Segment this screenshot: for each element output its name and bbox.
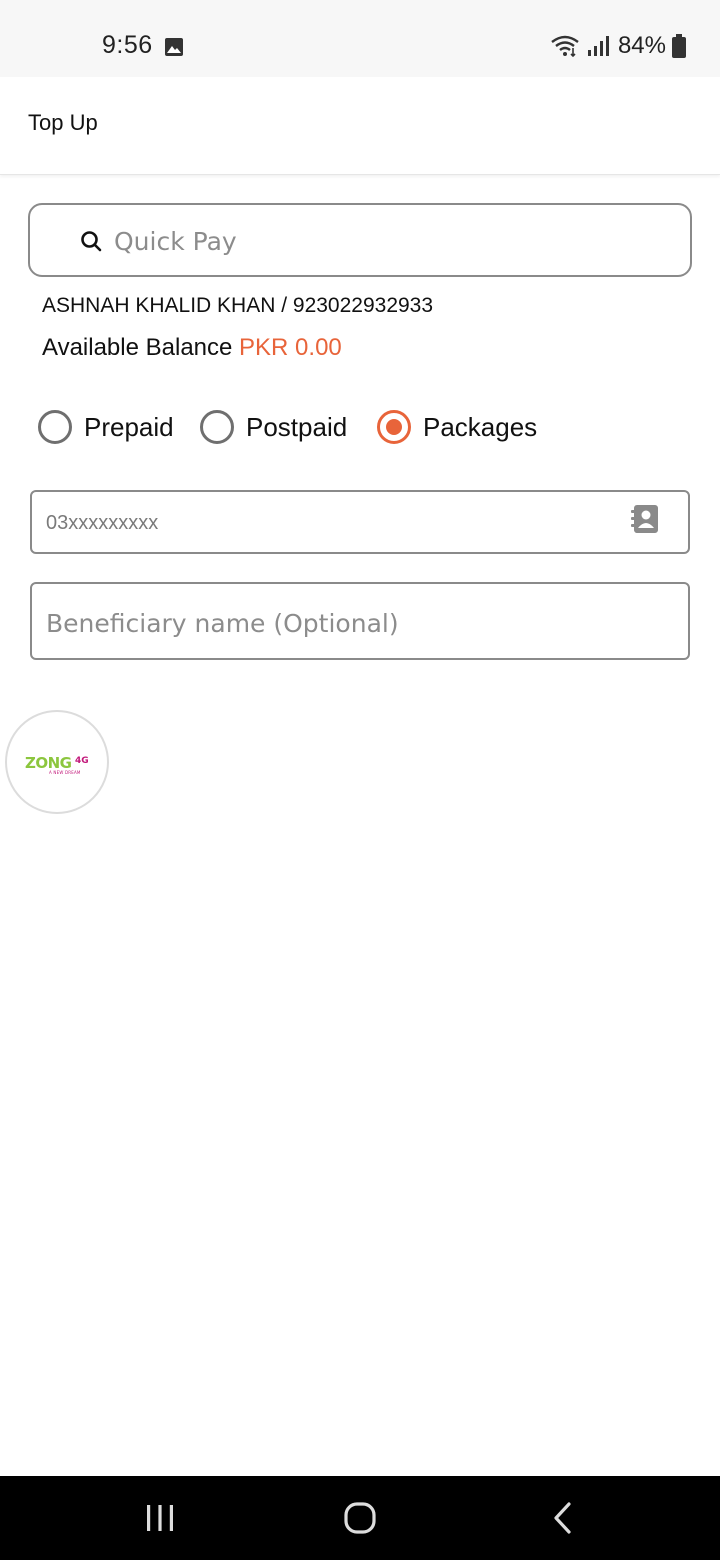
radio-postpaid[interactable]: Postpaid (200, 408, 347, 446)
contacts-icon[interactable] (630, 504, 660, 534)
battery-icon (672, 34, 686, 58)
radio-circle (38, 410, 72, 444)
status-icons: 84% (550, 30, 686, 62)
radio-label: Packages (423, 411, 538, 442)
recent-apps-icon[interactable] (140, 1498, 180, 1538)
available-balance: Available Balance PKR 0.00 (42, 334, 342, 362)
home-icon[interactable] (340, 1498, 380, 1538)
back-icon[interactable] (543, 1498, 583, 1538)
operator-zong[interactable]: ZONG 4G A NEW DREAM (5, 710, 109, 814)
beneficiary-name-input[interactable] (46, 604, 666, 642)
radio-packages[interactable]: Packages (377, 408, 537, 446)
balance-label: Available Balance (42, 334, 233, 361)
balance-amount: PKR 0.00 (239, 334, 342, 361)
battery-percent: 84% (617, 32, 666, 59)
phone-number-input[interactable] (46, 506, 616, 540)
app-bar: Top Up (0, 77, 720, 175)
gallery-icon (165, 38, 183, 56)
radio-label: Prepaid (84, 411, 174, 442)
zong-tagline: A NEW DREAM (49, 770, 81, 775)
system-nav-bar (0, 1476, 720, 1560)
signal-icon (587, 36, 609, 56)
radio-circle-selected (377, 410, 411, 444)
phone-number-field[interactable] (30, 490, 690, 554)
page-title: Top Up (28, 110, 98, 135)
status-time: 9:56 (102, 31, 153, 59)
quick-pay-search[interactable] (28, 203, 692, 277)
quick-pay-input[interactable] (114, 217, 674, 265)
status-bar: 9:56 84% (0, 0, 720, 77)
search-icon (81, 231, 102, 252)
zong-4g-mark: 4G (75, 756, 89, 766)
radio-circle (200, 410, 234, 444)
wifi-icon (551, 35, 579, 58)
beneficiary-name-field[interactable] (30, 582, 690, 660)
radio-prepaid[interactable]: Prepaid (38, 408, 174, 446)
radio-label: Postpaid (246, 411, 348, 442)
account-holder: ASHNAH KHALID KHAN / 923022932933 (42, 294, 434, 317)
